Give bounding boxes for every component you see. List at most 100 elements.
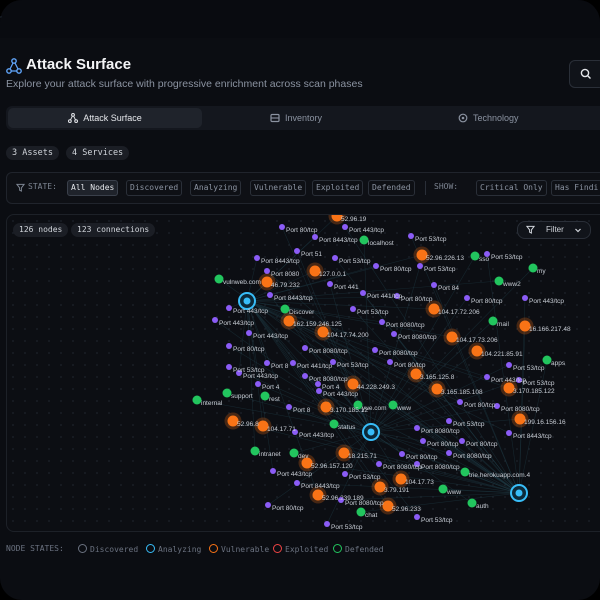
view-tabs: Attack Surface Inventory Technology (6, 106, 600, 130)
port-node[interactable] (255, 381, 261, 387)
port-node[interactable] (246, 330, 252, 336)
port-node[interactable] (360, 290, 366, 296)
port-node[interactable] (327, 281, 333, 287)
tab-attack-surface[interactable]: Attack Surface (8, 108, 202, 128)
tab-technology[interactable]: Technology (458, 108, 519, 128)
node-label: 3.165.125.8 (420, 374, 455, 381)
port-node[interactable] (226, 305, 232, 311)
state-chip-analyzing[interactable]: Analyzing (190, 180, 242, 196)
node-label: Port 80/tcp (394, 362, 426, 369)
port-node[interactable] (265, 502, 271, 508)
port-node[interactable] (506, 362, 512, 368)
node-label: 104.17.71 (267, 426, 296, 433)
state-chip-discovered[interactable]: Discovered (126, 180, 183, 196)
show-chip-critical-only[interactable]: Critical Only (476, 180, 547, 196)
port-node[interactable] (457, 399, 463, 405)
node-label: Port 4 (262, 384, 280, 391)
port-node[interactable] (264, 268, 270, 274)
services-count-badge: 4 Services (66, 146, 130, 160)
page-title: Attack Surface (26, 56, 132, 73)
node-label: www (396, 405, 411, 412)
port-node[interactable] (290, 360, 296, 366)
show-chip-has-findings[interactable]: Has Findi (551, 180, 600, 196)
port-node[interactable] (342, 224, 348, 230)
port-node[interactable] (522, 295, 528, 301)
state-chip-exploited[interactable]: Exploited (312, 180, 364, 196)
port-node[interactable] (431, 282, 437, 288)
port-node[interactable] (324, 521, 330, 527)
port-node[interactable] (446, 418, 452, 424)
port-node[interactable] (484, 374, 490, 380)
node-label: yue.com (362, 405, 387, 412)
port-node[interactable] (506, 430, 512, 436)
state-chip-vulnerable[interactable]: Vulnerable (250, 180, 307, 196)
node-label: 52.96.8 (237, 421, 259, 428)
tab-inventory[interactable]: Inventory (270, 108, 322, 128)
port-node[interactable] (391, 331, 397, 337)
port-node[interactable] (270, 468, 276, 474)
port-node[interactable] (446, 450, 452, 456)
port-node[interactable] (420, 438, 426, 444)
network-icon (68, 113, 79, 123)
port-node[interactable] (294, 248, 300, 254)
port-node[interactable] (312, 234, 318, 240)
node-label: Port 8080/tcp (453, 453, 492, 460)
node-label: intranet (259, 451, 281, 458)
port-node[interactable] (212, 317, 218, 323)
port-node[interactable] (417, 263, 423, 269)
port-node[interactable] (302, 373, 308, 379)
node-label: Discover (289, 309, 315, 316)
node-label: Port 8080/tcp (345, 500, 384, 507)
node-label: apps (551, 360, 566, 367)
port-node[interactable] (414, 514, 420, 520)
port-node[interactable] (372, 347, 378, 353)
node-label: 3.165.185.108 (441, 389, 483, 396)
node-label: vulnweb.com (223, 279, 261, 286)
port-node[interactable] (350, 306, 356, 312)
node-label: Port 80/tcp (466, 441, 498, 448)
port-node[interactable] (267, 292, 273, 298)
globe-icon (367, 428, 375, 436)
node-label: chat (365, 512, 377, 519)
port-node[interactable] (376, 461, 382, 467)
port-node[interactable] (264, 360, 270, 366)
port-node[interactable] (254, 255, 260, 261)
node-label: Port 53/tcp (513, 365, 545, 372)
port-node[interactable] (399, 451, 405, 457)
node-label: 3.79.191 (384, 487, 410, 494)
node-label: Port 51 (301, 251, 322, 258)
node-label: 104.221.85.91 (481, 351, 523, 358)
port-node[interactable] (302, 345, 308, 351)
node-label: Port 8080/tcp (383, 464, 422, 471)
port-node[interactable] (342, 471, 348, 477)
port-node[interactable] (279, 224, 285, 230)
port-node[interactable] (464, 295, 470, 301)
port-node[interactable] (387, 359, 393, 365)
node-label: Port 53/tcp (424, 266, 456, 273)
legend-swatch (209, 544, 218, 553)
port-node[interactable] (373, 263, 379, 269)
search-button[interactable] (569, 60, 600, 88)
port-node[interactable] (459, 438, 465, 444)
assets-count-badge: 3 Assets (6, 146, 59, 160)
port-node[interactable] (226, 343, 232, 349)
state-chip-defended[interactable]: Defended (368, 180, 415, 196)
network-graph-canvas[interactable]: 52.96.19 Port 80/tcp Port 443/tcp Port 8443… (7, 215, 600, 531)
port-node[interactable] (408, 233, 414, 239)
attack-surface-graph[interactable]: 126 nodes 123 connections Filter 52.96.1… (6, 214, 600, 532)
port-node[interactable] (414, 425, 420, 431)
port-node[interactable] (294, 480, 300, 486)
port-node[interactable] (379, 319, 385, 325)
port-node[interactable] (286, 404, 292, 410)
state-chip-all-nodes[interactable]: All Nodes (67, 180, 119, 196)
port-node[interactable] (332, 255, 338, 261)
node-label: Port 53/tcp (331, 524, 363, 531)
node-label: dev (298, 453, 309, 460)
node-label: 18.215.71 (348, 453, 377, 460)
technology-icon (458, 113, 468, 123)
tab-label: Attack Surface (83, 113, 142, 123)
node-label: auth (476, 503, 489, 510)
tab-label: Technology (473, 113, 519, 123)
node-label: www (446, 489, 461, 496)
port-node[interactable] (226, 364, 232, 370)
